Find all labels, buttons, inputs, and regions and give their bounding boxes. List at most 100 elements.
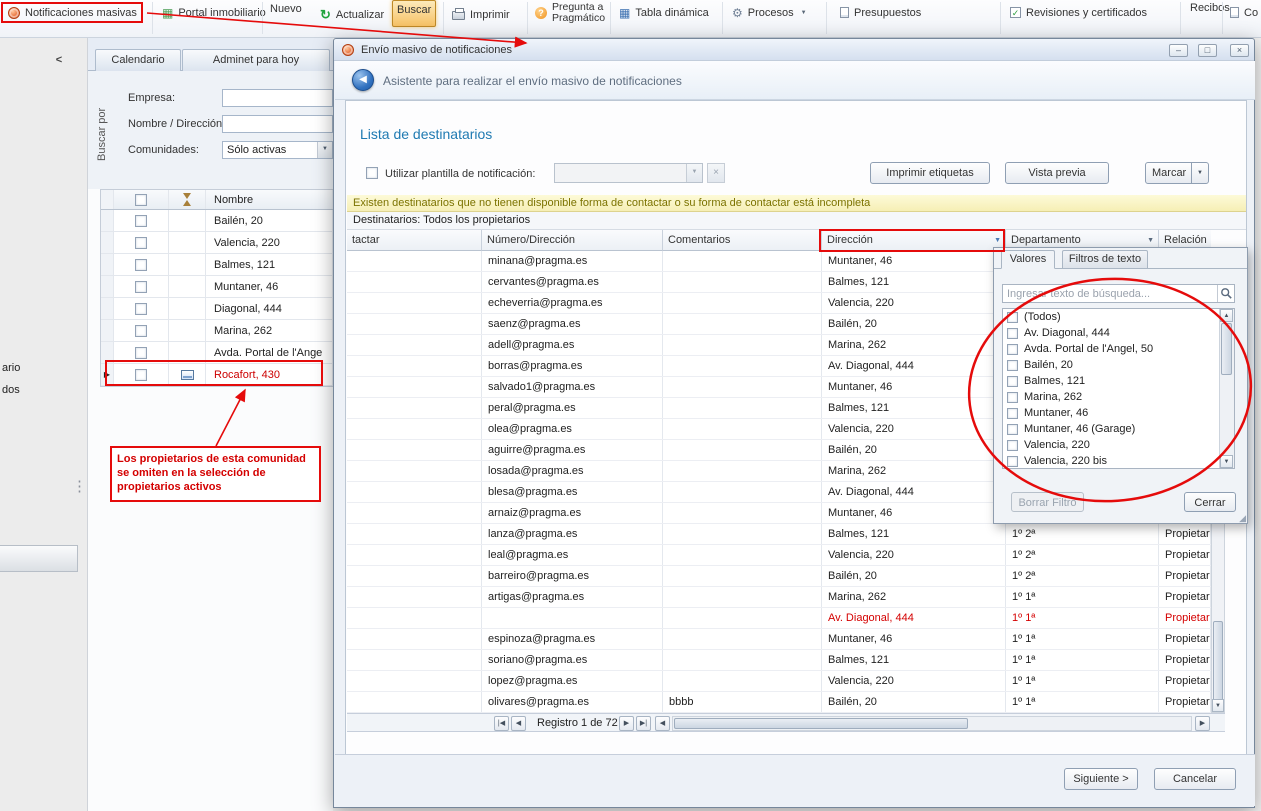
splitter-handle[interactable]: ⋮ [72, 482, 87, 492]
nombre-direccion-input[interactable] [222, 115, 333, 133]
scrollbar-thumb[interactable] [674, 718, 968, 729]
tab-filtros-de-texto[interactable]: Filtros de texto [1062, 250, 1148, 269]
filter-value-item[interactable]: Valencia, 220 bis [1003, 453, 1234, 469]
chevron-down-icon[interactable]: ▼ [1191, 163, 1208, 183]
community-row[interactable]: ▶ Muntaner, 46 [101, 276, 333, 298]
row-checkbox[interactable] [135, 347, 147, 359]
filter-value-item[interactable]: Muntaner, 46 (Garage) [1003, 421, 1234, 437]
table-row[interactable]: artigas@pragma.es Marina, 262 1º 1ª Prop… [347, 587, 1225, 608]
scrollbar-thumb[interactable] [1213, 621, 1223, 701]
close-button[interactable]: × [1230, 44, 1249, 57]
select-all-checkbox[interactable] [135, 194, 147, 206]
borrar-filtro-button[interactable]: Borrar Filtro [1011, 492, 1084, 512]
ribbon-revisiones-button[interactable]: ✓ Revisiones y certificados [1006, 2, 1151, 23]
previous-record-button[interactable]: ◀ [511, 716, 526, 731]
scrollbar-thumb[interactable] [1221, 323, 1232, 375]
scroll-right-button[interactable]: ▶ [1195, 716, 1210, 731]
siguiente-button[interactable]: Siguiente > [1064, 768, 1138, 790]
column-header-direccion[interactable]: Dirección ▼ [822, 230, 1006, 251]
column-header-numero-direccion[interactable]: Número/Dirección [482, 230, 663, 251]
table-row[interactable]: lopez@pragma.es Valencia, 220 1º 1ª Prop… [347, 671, 1225, 692]
vista-previa-button[interactable]: Vista previa [1005, 162, 1109, 184]
value-checkbox[interactable] [1007, 360, 1018, 371]
filter-value-item[interactable]: (Todos) [1003, 309, 1234, 325]
marcar-button[interactable]: Marcar ▼ [1145, 162, 1209, 184]
value-checkbox[interactable] [1007, 376, 1018, 387]
community-row[interactable]: ▶ Diagonal, 444 [101, 298, 333, 320]
search-icon[interactable] [1217, 285, 1234, 302]
ribbon-buscar-button[interactable]: Buscar [392, 0, 436, 27]
first-record-button[interactable]: |◀ [494, 716, 509, 731]
nombre-column-header[interactable]: Nombre [206, 190, 333, 209]
column-header-contactar[interactable]: tactar [347, 230, 482, 251]
row-checkbox[interactable] [135, 303, 147, 315]
ribbon-notificaciones-masivas-button[interactable]: Notificaciones masivas [4, 2, 141, 23]
imprimir-etiquetas-button[interactable]: Imprimir etiquetas [870, 162, 990, 184]
collapsed-panel-header[interactable] [0, 545, 78, 572]
next-record-button[interactable]: ▶ [619, 716, 634, 731]
clear-plantilla-button[interactable]: × [707, 163, 725, 183]
value-checkbox[interactable] [1007, 392, 1018, 403]
plantilla-select[interactable]: ▼ [554, 163, 703, 183]
filter-value-item[interactable]: Muntaner, 46 [1003, 405, 1234, 421]
community-row[interactable]: ▶ Balmes, 121 [101, 254, 333, 276]
value-checkbox[interactable] [1007, 312, 1018, 323]
filter-funnel-icon[interactable]: ▼ [994, 237, 1001, 244]
ribbon-nuevo-button[interactable]: Nuevo [266, 0, 306, 19]
restore-button[interactable]: □ [1198, 44, 1217, 57]
filter-value-item[interactable]: Valencia, 220 [1003, 437, 1234, 453]
scroll-up-button[interactable]: ▲ [1220, 309, 1233, 322]
ribbon-portal-inmobiliario-button[interactable]: ▦ Portal inmobiliario [158, 2, 270, 23]
value-checkbox[interactable] [1007, 440, 1018, 451]
tab-valores[interactable]: Valores [1001, 250, 1055, 269]
community-row[interactable]: ▶ Valencia, 220 [101, 232, 333, 254]
value-checkbox[interactable] [1007, 424, 1018, 435]
dialog-titlebar[interactable]: Envío masivo de notificaciones [334, 39, 1254, 61]
row-checkbox[interactable] [135, 325, 147, 337]
value-checkbox[interactable] [1007, 456, 1018, 467]
ribbon-actualizar-button[interactable]: ↻ Actualizar [316, 4, 388, 25]
comunidades-select[interactable]: Sólo activas ▼ [222, 141, 333, 159]
ribbon-procesos-button[interactable]: ⚙ Procesos ▼ [728, 2, 811, 23]
tab-calendario[interactable]: Calendario [95, 49, 181, 71]
column-header-comentarios[interactable]: Comentarios [663, 230, 822, 251]
row-checkbox[interactable] [135, 369, 147, 381]
ribbon-imprimir-button[interactable]: Imprimir [448, 4, 514, 25]
community-row[interactable]: ▶ Bailén, 20 [101, 210, 333, 232]
plantilla-checkbox[interactable] [366, 167, 378, 179]
value-checkbox[interactable] [1007, 344, 1018, 355]
community-row[interactable]: ▶ Avda. Portal de l'Ange [101, 342, 333, 364]
table-row[interactable]: Av. Diagonal, 444 1º 1ª Propietari [347, 608, 1225, 629]
scroll-down-button[interactable]: ▼ [1220, 455, 1233, 468]
cancelar-button[interactable]: Cancelar [1154, 768, 1236, 790]
filter-dropdown-icon[interactable]: ▼ [1147, 237, 1154, 244]
table-row[interactable]: leal@pragma.es Valencia, 220 1º 2ª Propi… [347, 545, 1225, 566]
filter-value-item[interactable]: Av. Diagonal, 444 [1003, 325, 1234, 341]
row-checkbox[interactable] [135, 237, 147, 249]
filter-search-input[interactable] [1003, 285, 1217, 302]
back-button[interactable]: ◀ [352, 69, 374, 91]
resize-grip[interactable]: ◢ [1239, 514, 1246, 523]
tab-adminet-para-hoy[interactable]: Adminet para hoy [182, 49, 330, 71]
row-checkbox[interactable] [135, 281, 147, 293]
list-scrollbar[interactable]: ▲ ▼ [1219, 309, 1234, 468]
row-checkbox[interactable] [135, 259, 147, 271]
collapse-panel-button[interactable]: < [50, 52, 68, 69]
table-row[interactable]: olivares@pragma.es bbbb Bailén, 20 1º 1ª… [347, 692, 1225, 713]
horizontal-scrollbar[interactable] [672, 716, 1192, 731]
value-checkbox[interactable] [1007, 408, 1018, 419]
last-record-button[interactable]: ▶| [636, 716, 651, 731]
ribbon-presupuestos-button[interactable]: Presupuestos [836, 2, 925, 23]
community-row[interactable]: ▶ Rocafort, 430 [101, 364, 333, 386]
row-checkbox[interactable] [135, 215, 147, 227]
ribbon-co-button[interactable]: Co [1226, 2, 1261, 23]
ribbon-pregunta-pragmatico-button[interactable]: ? Pregunta a Pragmático [531, 2, 622, 23]
table-row[interactable]: barreiro@pragma.es Bailén, 20 1º 2ª Prop… [347, 566, 1225, 587]
table-row[interactable]: soriano@pragma.es Balmes, 121 1º 1ª Prop… [347, 650, 1225, 671]
table-row[interactable]: espinoza@pragma.es Muntaner, 46 1º 1ª Pr… [347, 629, 1225, 650]
community-row[interactable]: ▶ Marina, 262 [101, 320, 333, 342]
minimize-button[interactable]: – [1169, 44, 1188, 57]
table-row[interactable]: lanza@pragma.es Balmes, 121 1º 2ª Propie… [347, 524, 1225, 545]
filter-value-item[interactable]: Marina, 262 [1003, 389, 1234, 405]
cerrar-button[interactable]: Cerrar [1184, 492, 1236, 512]
